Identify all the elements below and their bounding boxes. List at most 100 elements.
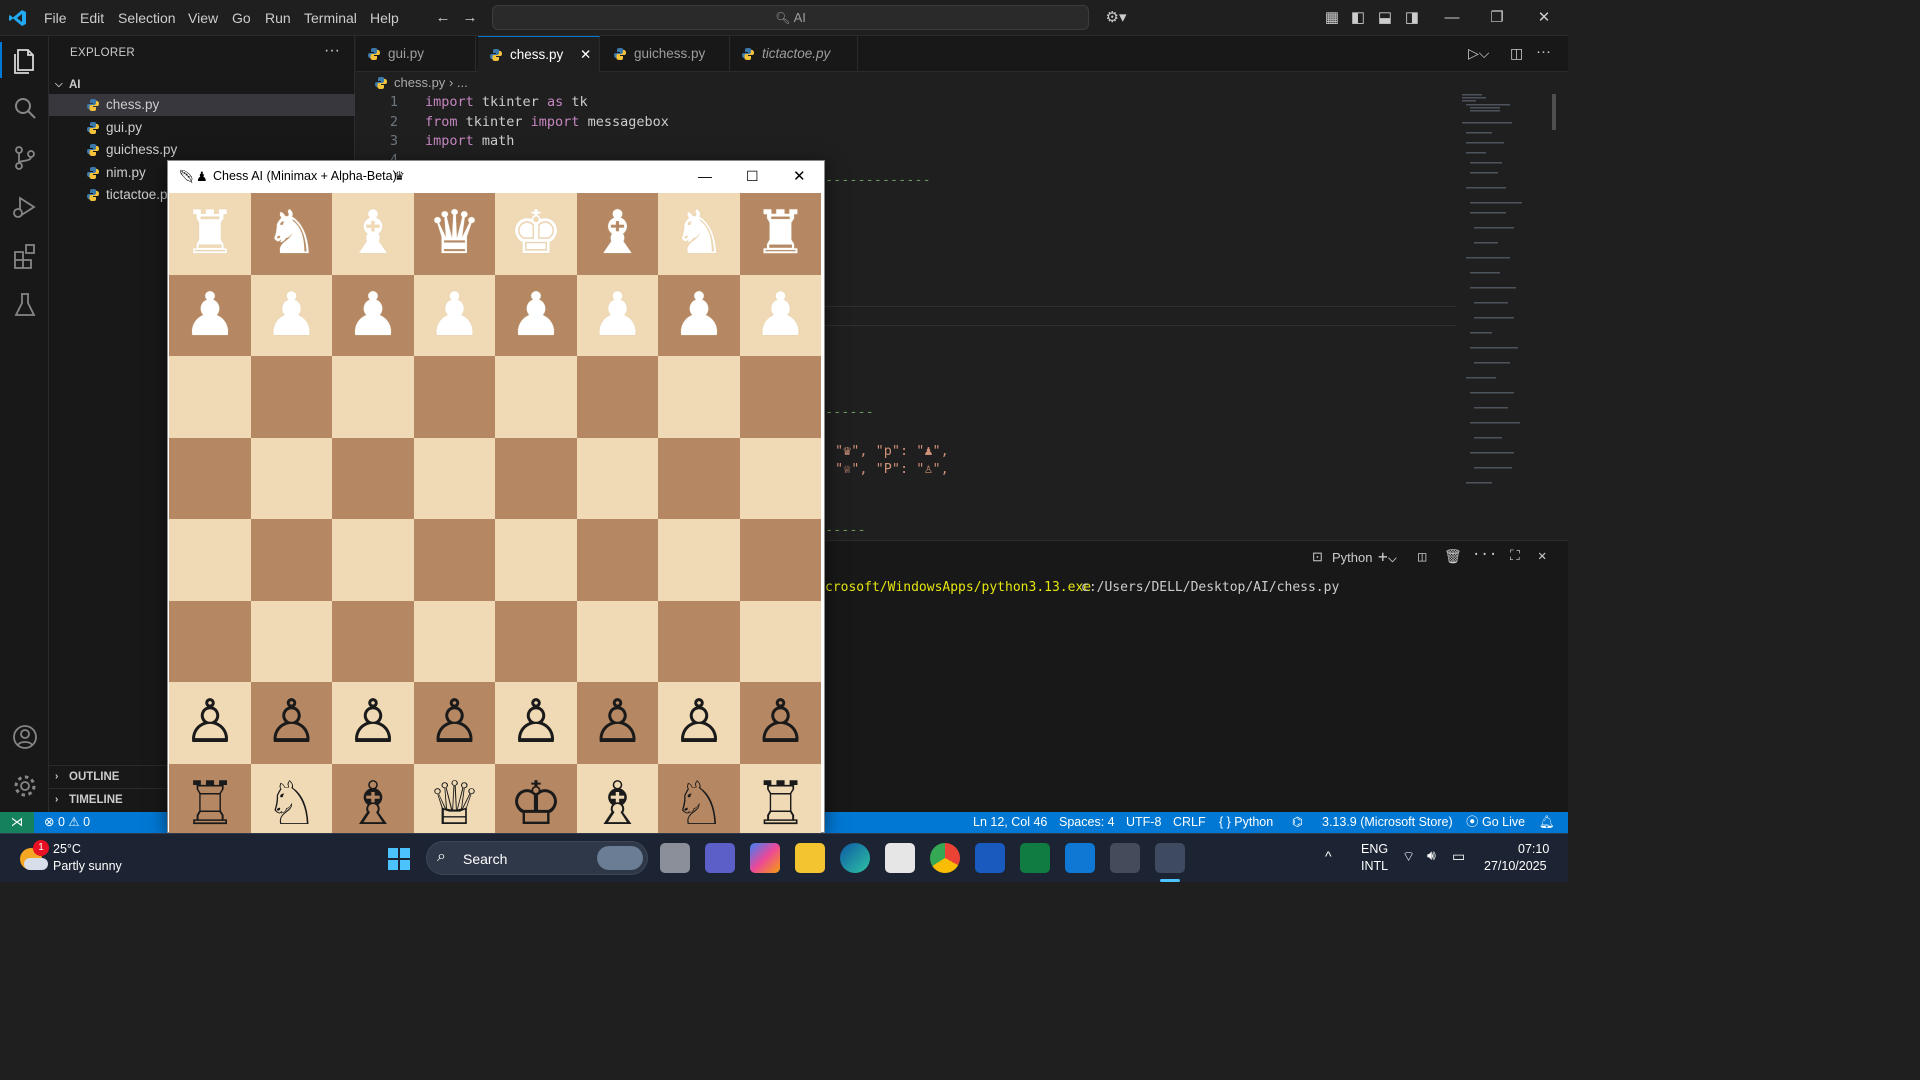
board-square[interactable] — [332, 437, 414, 520]
board-square[interactable] — [413, 356, 496, 438]
forward-arrow-icon[interactable]: → — [460, 8, 480, 28]
new-terminal-icon[interactable]: +⌵ — [1378, 547, 1397, 566]
board-square[interactable] — [495, 519, 577, 601]
terminal-python-icon[interactable]: ⊡ — [1312, 549, 1323, 565]
chess-piece[interactable]: ♙ — [495, 682, 577, 764]
chess-piece[interactable]: ♙ — [740, 682, 822, 764]
minimize-icon[interactable]: — — [1442, 8, 1462, 28]
chess-piece[interactable]: ♟ — [251, 275, 333, 357]
split-terminal-icon[interactable]: ◫ — [1418, 549, 1426, 565]
vscode-taskbar-icon[interactable] — [1065, 843, 1095, 873]
edge-icon[interactable] — [840, 843, 870, 873]
board-square[interactable] — [250, 519, 333, 601]
chess-piece[interactable]: ♟ — [332, 275, 414, 357]
language-secondary[interactable]: INTL — [1361, 859, 1388, 873]
task-view-icon[interactable] — [660, 843, 690, 873]
python-interpreter[interactable]: 3.13.9 (Microsoft Store) — [1322, 812, 1453, 833]
testing-icon[interactable] — [9, 289, 41, 321]
board-square[interactable]: ♟ — [250, 274, 333, 357]
chess-piece[interactable]: ♟ — [740, 275, 822, 357]
more-actions-icon[interactable]: ··· — [324, 42, 340, 60]
customize-layout-icon[interactable]: ▦ — [1322, 8, 1342, 28]
board-square[interactable] — [576, 519, 659, 601]
notifications-bell-icon[interactable]: 🔔︎ — [1539, 812, 1555, 833]
menu-run[interactable]: Run — [265, 10, 291, 26]
chevron-up-icon[interactable]: ^ — [1325, 848, 1332, 864]
board-square[interactable] — [739, 356, 821, 438]
toggle-panel-icon[interactable]: ⬓ — [1375, 8, 1395, 28]
chess-piece[interactable]: ♙ — [577, 682, 659, 764]
menu-selection[interactable]: Selection — [118, 10, 176, 26]
minimap[interactable] — [1456, 92, 1556, 542]
board-square[interactable]: ♜ — [169, 193, 251, 275]
chess-piece[interactable]: ♙ — [658, 682, 740, 764]
chess-piece[interactable]: ♖ — [169, 764, 251, 835]
git-app-icon[interactable] — [1110, 843, 1140, 873]
menu-file[interactable]: File — [44, 10, 67, 26]
board-square[interactable]: ♟ — [495, 274, 577, 357]
language-primary[interactable]: ENG — [1361, 842, 1388, 856]
chess-board[interactable]: ♜ ♞ ♝ ♛ ♚ ♝ ♞ ♜ ♟ ♟ ♟ ♟ ♟ ♟ ♟ ♟ ♙ ♙ ♙ ♙ ♙ ♙ ♙ ♙ ♖ ♘ ♗ ♕ ♔ ♗ ♘ ♖ — [169, 193, 821, 834]
toggle-sidebar-icon[interactable]: ◧ — [1348, 8, 1368, 28]
chess-piece[interactable]: ♟ — [577, 275, 659, 357]
board-square[interactable]: ♝ — [332, 193, 414, 275]
close-tab-icon[interactable]: ✕ — [580, 37, 591, 73]
breadcrumb-symbol[interactable]: ... — [457, 75, 468, 90]
board-square[interactable] — [495, 356, 577, 438]
chess-piece[interactable]: ♛ — [414, 193, 496, 275]
board-square[interactable]: ♖ — [169, 763, 251, 835]
board-square[interactable]: ♙ — [739, 682, 822, 764]
chess-piece[interactable]: ♟ — [495, 275, 577, 357]
board-square[interactable]: ♙ — [413, 682, 496, 764]
menu-view[interactable]: View — [188, 10, 218, 26]
board-square[interactable]: ♛ — [413, 193, 496, 275]
board-square[interactable] — [250, 437, 333, 520]
file-guichess-py[interactable]: guichess.py — [49, 139, 355, 161]
board-square[interactable] — [739, 519, 821, 601]
python-taskbar-icon[interactable] — [1155, 843, 1185, 873]
board-square[interactable] — [332, 356, 414, 438]
file-explorer-icon[interactable] — [795, 843, 825, 873]
board-square[interactable]: ♟ — [739, 274, 822, 357]
more-actions-icon[interactable]: ··· — [1536, 43, 1551, 60]
chess-piece[interactable]: ♟ — [658, 275, 740, 357]
board-square[interactable] — [332, 519, 414, 601]
remote-indicator-icon[interactable]: ⋊ — [0, 812, 34, 833]
minimize-icon[interactable]: — — [698, 161, 712, 192]
windows-start-icon[interactable] — [387, 847, 411, 871]
tab-tictactoe-py[interactable]: tictactoe.py — [730, 36, 858, 72]
battery-icon[interactable]: ▭ — [1452, 848, 1465, 865]
board-square[interactable]: ♟ — [413, 274, 496, 357]
board-square[interactable]: ♚ — [495, 193, 577, 275]
board-square[interactable]: ♜ — [739, 193, 821, 275]
chess-piece[interactable]: ♟ — [414, 275, 496, 357]
menu-go[interactable]: Go — [232, 10, 251, 26]
copilot-icon[interactable]: ⚙▾ — [1101, 8, 1131, 28]
chess-piece[interactable]: ♟ — [169, 275, 251, 357]
language-mode[interactable]: { } Python — [1219, 812, 1273, 833]
chess-piece[interactable]: ♗ — [577, 764, 659, 835]
board-square[interactable] — [576, 600, 659, 683]
chess-piece[interactable]: ♘ — [251, 764, 333, 835]
word-icon[interactable] — [975, 843, 1005, 873]
close-icon[interactable]: ✕ — [793, 161, 806, 192]
board-square[interactable] — [169, 356, 251, 438]
board-square[interactable]: ♕ — [413, 763, 496, 834]
settings-gear-icon[interactable] — [9, 770, 41, 802]
tab-guichess-py[interactable]: guichess.py — [602, 36, 730, 72]
command-center-search[interactable]: 🔍︎ AI — [492, 5, 1089, 30]
menu-terminal[interactable]: Terminal — [304, 10, 357, 26]
board-square[interactable] — [413, 519, 496, 601]
indentation[interactable]: Spaces: 4 — [1059, 812, 1115, 833]
board-square[interactable]: ♔ — [495, 763, 577, 834]
chess-piece[interactable]: ♙ — [251, 682, 333, 764]
board-square[interactable]: ♗ — [576, 763, 659, 835]
board-square[interactable] — [413, 437, 496, 520]
cursor-position[interactable]: Ln 12, Col 46 — [973, 812, 1047, 833]
account-icon[interactable] — [9, 721, 41, 753]
clock-date[interactable]: 27/10/2025 — [1484, 859, 1547, 873]
board-square[interactable]: ♟ — [169, 274, 251, 357]
board-square[interactable] — [658, 519, 740, 601]
board-square[interactable]: ♘ — [250, 763, 333, 835]
vscode-logo-icon[interactable] — [8, 8, 28, 28]
